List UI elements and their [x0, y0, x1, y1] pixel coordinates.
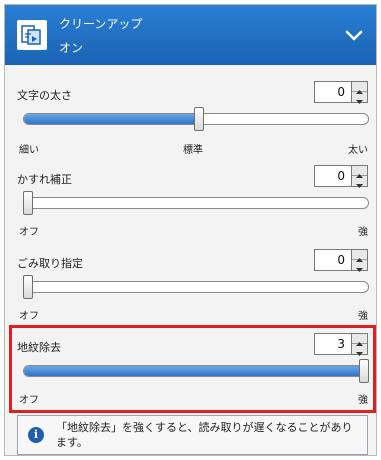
increment-arrow-icon[interactable] — [352, 82, 367, 94]
scale-min-label: オフ — [19, 227, 39, 238]
setting-label: ごみ取り指定 — [17, 257, 83, 270]
dust-removal-slider[interactable] — [23, 281, 369, 293]
stepper-value-field[interactable]: 0 — [314, 249, 352, 271]
cleanup-icon — [17, 20, 47, 50]
blur-correction-stepper[interactable]: 0 — [314, 165, 368, 188]
decrement-arrow-icon[interactable] — [352, 260, 367, 272]
decrement-arrow-icon[interactable] — [352, 176, 367, 188]
slider-thumb[interactable] — [23, 275, 33, 299]
scale-mid-label: 標準 — [183, 145, 203, 156]
slider-fill — [24, 114, 200, 124]
stepper-value-field[interactable]: 0 — [314, 165, 352, 187]
chevron-down-icon[interactable] — [342, 23, 366, 47]
stepper-value: 0 — [337, 85, 345, 99]
increment-arrow-icon[interactable] — [352, 166, 367, 178]
setting-label: 文字の太さ — [17, 89, 72, 102]
panel-header[interactable]: クリーンアップ オン — [5, 5, 376, 65]
slider-thumb[interactable] — [23, 191, 33, 215]
panel-status: オン — [59, 41, 84, 55]
highlight-frame — [9, 325, 376, 413]
blur-correction-slider[interactable] — [23, 197, 369, 209]
info-icon: i — [28, 427, 44, 443]
setting-label: かすれ補正 — [17, 173, 72, 186]
info-note: i 「地紋除去」を強くすると、読み取りが遅くなることがあります。 — [17, 415, 368, 455]
scale-max-label: 強 — [358, 311, 368, 322]
panel-title: クリーンアップ — [59, 17, 143, 31]
increment-arrow-icon[interactable] — [352, 250, 367, 262]
stepper-value: 0 — [337, 169, 345, 183]
setting-blur-correction: かすれ補正 0 オフ 強 — [5, 157, 376, 239]
stepper-value-field[interactable]: 0 — [314, 81, 352, 103]
cleanup-panel: クリーンアップ オン 文字の太さ 0 細い 標準 太い かすれ補正 0 オフ 強… — [4, 4, 377, 456]
character-weight-stepper[interactable]: 0 — [314, 81, 368, 104]
setting-dust-removal: ごみ取り指定 0 オフ 強 — [5, 239, 376, 323]
decrement-arrow-icon[interactable] — [352, 92, 367, 104]
scale-min-label: オフ — [19, 311, 39, 322]
setting-character-weight: 文字の太さ 0 細い 標準 太い — [5, 65, 376, 157]
scale-max-label: 太い — [348, 145, 368, 156]
slider-thumb[interactable] — [194, 107, 205, 131]
scale-max-label: 強 — [358, 227, 368, 238]
info-text: 「地紋除去」を強くすると、読み取りが遅くなることがあります。 — [56, 421, 353, 449]
dust-removal-stepper[interactable]: 0 — [314, 249, 368, 272]
stepper-value: 0 — [337, 253, 345, 267]
scale-min-label: 細い — [19, 145, 39, 156]
